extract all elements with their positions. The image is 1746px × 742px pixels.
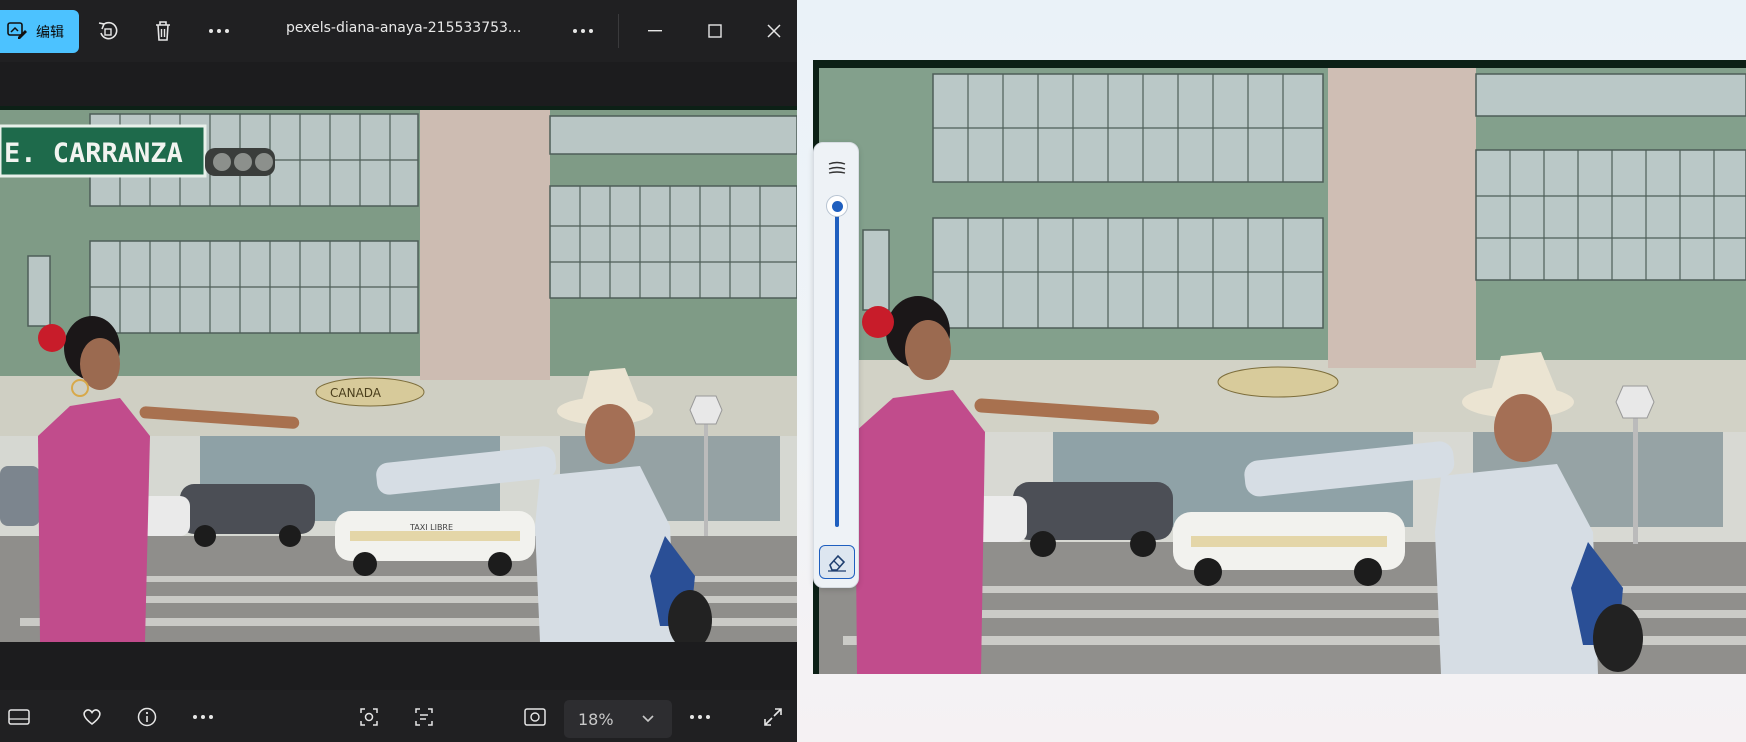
- maximize-icon: [708, 24, 722, 38]
- maximize-button[interactable]: [697, 13, 733, 49]
- edit-image-icon: [6, 19, 28, 45]
- bottom-toolbar: 18%: [0, 690, 797, 742]
- toolbar-divider: [618, 14, 619, 48]
- store-sign-text: CANADA: [330, 386, 382, 400]
- full-screen-button[interactable]: [756, 700, 790, 734]
- brush-size-slider-panel: [813, 142, 859, 588]
- zoom-more-button[interactable]: [683, 700, 717, 734]
- more-horizontal-icon: [690, 715, 710, 719]
- minimize-button[interactable]: [637, 13, 673, 49]
- favorite-button[interactable]: [75, 700, 109, 734]
- text-scan-icon: [415, 708, 433, 726]
- brush-size-track[interactable]: [835, 205, 839, 527]
- eraser-icon: [828, 554, 846, 572]
- erase-brush-button[interactable]: [819, 545, 855, 579]
- info-button[interactable]: [130, 700, 164, 734]
- more-horizontal-icon: [209, 29, 229, 33]
- top-toolbar: 编辑 pexels-diana-anaya-215533753...: [0, 0, 797, 62]
- rotate-icon: [98, 21, 118, 40]
- more-options-button[interactable]: [201, 13, 237, 49]
- fit-to-window-button[interactable]: [518, 700, 552, 734]
- more-horizontal-icon: [573, 29, 593, 33]
- fit-screen-icon: [524, 708, 546, 726]
- text-scan-button[interactable]: [407, 700, 441, 734]
- delete-button[interactable]: [145, 13, 181, 49]
- filmstrip-button[interactable]: [2, 700, 36, 734]
- street-sign-text: E. CARRANZA: [4, 138, 183, 169]
- edit-button[interactable]: 编辑: [0, 10, 79, 53]
- close-button[interactable]: [756, 13, 792, 49]
- edit-button-label: 编辑: [36, 24, 64, 41]
- brush-size-thumb[interactable]: [826, 195, 848, 217]
- photo-image: CANADA TAXI LIBRE E. CARRANZA: [0, 106, 797, 642]
- file-name-title: pexels-diana-anaya-215533753...: [286, 20, 522, 36]
- minimize-icon: [648, 30, 662, 32]
- zoom-value: 18%: [578, 709, 614, 729]
- photo-canvas: CANADA TAXI LIBRE E. CARRANZA: [0, 62, 797, 690]
- taxi-text: TAXI LIBRE: [409, 523, 453, 532]
- heart-icon: [83, 709, 101, 726]
- visual-search-button[interactable]: [352, 700, 386, 734]
- compare-photo-image: [813, 60, 1746, 674]
- trash-icon: [156, 21, 170, 41]
- compare-panel: [797, 0, 1746, 742]
- photo-viewer-window: 编辑 pexels-diana-anaya-215533753... CANAD…: [0, 0, 797, 742]
- file-more-button[interactable]: [565, 13, 601, 49]
- visual-search-icon: [360, 708, 378, 726]
- expand-icon: [764, 708, 782, 726]
- filmstrip-icon: [8, 709, 30, 725]
- chevron-down-icon: [641, 715, 654, 723]
- more-horizontal-icon: [193, 715, 213, 719]
- close-icon: [767, 24, 781, 38]
- info-icon: [137, 707, 157, 727]
- zoom-dropdown[interactable]: 18%: [564, 700, 672, 738]
- bottom-more-button[interactable]: [186, 700, 220, 734]
- brush-size-icon: [826, 157, 848, 179]
- rotate-button[interactable]: [90, 13, 126, 49]
